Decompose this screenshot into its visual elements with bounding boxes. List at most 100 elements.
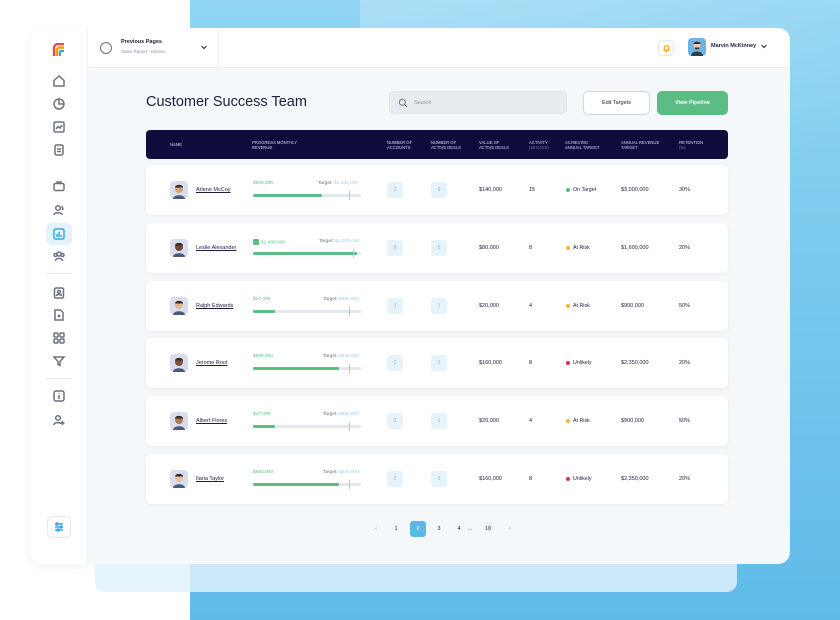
target-marker <box>353 249 354 258</box>
topbar: Previous Pages Sales Report - Kleeva Mar… <box>88 28 790 68</box>
logo-icon <box>52 43 64 56</box>
user-name[interactable]: Marvin McKinney <box>711 43 756 49</box>
pie-chart-icon[interactable] <box>50 95 68 113</box>
member-name-link[interactable]: Albert Flores <box>196 418 227 424</box>
page-button[interactable]: 3 <box>431 521 447 537</box>
annual-target: $900,000 <box>621 418 644 424</box>
notification-button[interactable] <box>658 40 674 56</box>
member-name-link[interactable]: Jerome Root <box>196 360 228 366</box>
search-input[interactable]: Search <box>389 91 567 114</box>
user-avatar[interactable] <box>688 38 706 56</box>
previous-pages-title: Previous Pages <box>121 39 162 45</box>
accounts-chip: 2 <box>387 355 403 371</box>
annual-target: $2,350,000 <box>621 476 649 482</box>
info-icon[interactable] <box>50 387 68 405</box>
page-button[interactable]: 10 <box>480 521 496 537</box>
accounts-chip: 2 <box>387 471 403 487</box>
target-marker <box>349 191 350 200</box>
table-row[interactable]: Arlene McCoy $600,000 Target: $1,100,000 3 9… <box>146 165 728 215</box>
member-name-link[interactable]: Arlene McCoy <box>196 187 231 193</box>
member-name-link[interactable]: Leslie Alexander <box>196 245 236 251</box>
progress-value: $580,000 <box>253 470 274 475</box>
target-value: Target: $1,100,000 <box>318 181 359 186</box>
status-badge: On Target <box>566 187 596 193</box>
target-marker <box>349 364 350 373</box>
pagination-prev-button[interactable]: ‹ <box>368 521 384 537</box>
chevron-down-icon <box>201 45 207 50</box>
retention-value: 50% <box>679 303 691 309</box>
annual-target: $2,350,000 <box>621 360 649 366</box>
contact-icon[interactable] <box>50 284 68 302</box>
status-dot <box>566 360 570 365</box>
progress-bar <box>253 191 361 200</box>
progress-bar <box>253 307 361 316</box>
search-placeholder: Search <box>414 100 432 106</box>
activity-count: 4 <box>529 418 533 424</box>
table-row[interactable]: Jerome Root $580,000 Target: $640,000 2 3 $16… <box>146 338 728 388</box>
avatar <box>170 297 188 315</box>
progress-value: $600,000 <box>253 181 274 186</box>
table-row[interactable]: Ilaria Taylor $580,000 Target: $640,000 2 3 $… <box>146 454 728 504</box>
sidebar <box>30 28 88 564</box>
header-achieving: ACHIEVING ANNUAL TARGET <box>565 140 600 151</box>
table-row[interactable]: Ralph Edwards $17,000 Target: $960,000 3 1 $2… <box>146 281 728 331</box>
status-dot <box>566 187 570 192</box>
settings-toggle-button[interactable] <box>47 516 71 538</box>
briefcase-icon[interactable] <box>50 177 68 195</box>
view-pipeline-button[interactable]: View Pipeline <box>657 91 728 115</box>
previous-pages-dropdown[interactable]: Previous Pages Sales Report - Kleeva <box>88 28 219 68</box>
status-dot <box>566 303 570 308</box>
pagination-ellipsis: ... <box>467 526 473 532</box>
analytics-icon[interactable] <box>46 223 72 245</box>
active-deals-chip: 3 <box>431 355 447 371</box>
deal-value: $20,000 <box>479 418 499 424</box>
progress-bar <box>253 249 361 258</box>
status-dot <box>566 418 570 423</box>
progress-bar <box>253 364 361 373</box>
check-icon <box>253 239 259 245</box>
team-icon[interactable] <box>50 247 68 265</box>
status-badge: At Risk <box>566 418 590 424</box>
retention-value: 20% <box>679 245 691 251</box>
users-icon[interactable] <box>50 201 68 219</box>
progress-fill <box>253 194 323 197</box>
edit-targets-button[interactable]: Edit Targets <box>583 91 650 115</box>
document-icon[interactable] <box>50 141 68 159</box>
active-deals-chip: 3 <box>431 471 447 487</box>
progress-value: $1,400,000 <box>253 239 285 245</box>
table-row[interactable]: Albert Flores $17,000 Target: $960,000 3 1 $2… <box>146 396 728 446</box>
status-badge: Unlikely <box>566 476 592 482</box>
page-button-active[interactable]: 2 <box>410 521 426 537</box>
active-deals-chip: 1 <box>431 298 447 314</box>
deal-value: $160,000 <box>479 360 502 366</box>
retention-value: 20% <box>679 476 691 482</box>
target-marker <box>349 307 350 316</box>
member-name-link[interactable]: Ralph Edwards <box>196 303 233 309</box>
pagination-next-button[interactable]: › <box>502 521 518 537</box>
progress-bar <box>253 480 361 489</box>
status-badge: Unlikely <box>566 360 592 366</box>
user-add-icon[interactable] <box>50 411 68 429</box>
target-value: Target: $640,000 <box>323 354 360 359</box>
target-value: Target: $960,000 <box>323 412 360 417</box>
member-name-link[interactable]: Ilaria Taylor <box>196 476 224 482</box>
bell-icon <box>663 44 669 52</box>
home-icon[interactable] <box>50 72 68 90</box>
annual-target: $3,000,000 <box>621 187 649 193</box>
table-row[interactable]: Leslie Alexander $1,400,000 Target: $1,200… <box>146 223 728 273</box>
file-icon[interactable] <box>50 306 68 324</box>
target-value: Target: $960,000 <box>323 297 360 302</box>
annual-target: $900,000 <box>621 303 644 309</box>
retention-value: 20% <box>679 360 691 366</box>
grid-icon[interactable] <box>50 329 68 347</box>
active-deals-chip: 5 <box>431 240 447 256</box>
previous-pages-subtitle: Sales Report - Kleeva <box>121 49 165 54</box>
page-button[interactable]: 1 <box>388 521 404 537</box>
activity-count: 8 <box>529 476 533 482</box>
chevron-down-icon[interactable] <box>760 42 768 50</box>
chart-icon[interactable] <box>50 118 68 136</box>
header-accounts: NUMBER OF ACCOUNTS <box>387 140 413 151</box>
progress-fill <box>253 367 340 370</box>
card-shadow <box>95 560 737 592</box>
filter-icon[interactable] <box>50 352 68 370</box>
